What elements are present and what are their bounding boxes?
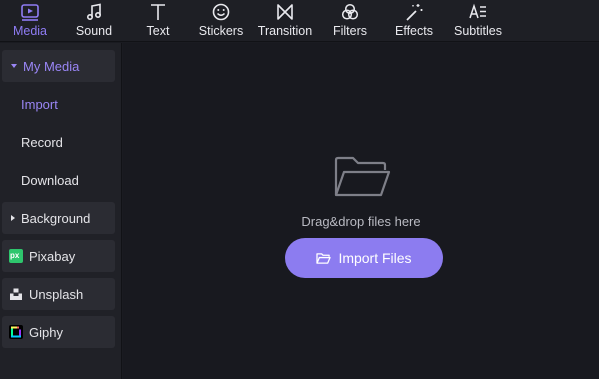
sidebar-item-giphy[interactable]: Giphy <box>2 316 115 348</box>
import-files-button[interactable]: Import Files <box>285 238 443 278</box>
sidebar-item-label: Background <box>21 210 91 226</box>
media-icon <box>21 4 39 21</box>
unsplash-logo-icon <box>9 287 23 301</box>
tab-text-label: Text <box>146 24 170 38</box>
sidebar-item-label: Pixabay <box>29 248 76 264</box>
tab-transition[interactable]: Transition <box>254 0 316 42</box>
sidebar-item-label: Unsplash <box>29 286 84 302</box>
tab-stickers-label: Stickers <box>198 24 244 38</box>
filter-circles-icon <box>341 3 359 20</box>
pixabay-logo-text: px <box>10 251 20 260</box>
sidebar-item-download[interactable]: Download <box>2 164 115 196</box>
sidebar-item-import[interactable]: Import <box>2 88 115 120</box>
tab-text[interactable]: Text <box>136 0 180 42</box>
smiley-icon <box>212 3 230 21</box>
tab-filters-label: Filters <box>332 24 368 38</box>
tab-stickers[interactable]: Stickers <box>196 0 246 42</box>
music-note-icon <box>86 3 102 21</box>
folder-icon <box>334 156 391 197</box>
media-drop-area[interactable]: Drag&drop files here Import Files <box>123 43 599 379</box>
tab-effects[interactable]: Effects <box>390 0 438 42</box>
folder-open-icon <box>316 252 332 264</box>
drop-hint-text: Drag&drop files here <box>301 214 421 229</box>
chevron-down-icon <box>11 64 17 68</box>
tab-sound-label: Sound <box>75 24 113 38</box>
giphy-logo-icon <box>9 325 23 339</box>
magic-wand-icon <box>406 4 423 21</box>
bowtie-transition-icon <box>277 4 293 20</box>
import-files-label: Import Files <box>338 250 412 266</box>
top-toolbar: Media Sound Text Stickers Transition Fil… <box>0 0 599 42</box>
chevron-right-icon <box>11 215 15 221</box>
sidebar-item-my-media[interactable]: My Media <box>2 50 115 82</box>
tab-effects-label: Effects <box>395 24 433 38</box>
tab-transition-label: Transition <box>257 24 313 38</box>
subtitles-icon <box>469 3 486 19</box>
pixabay-logo-icon: px <box>9 249 23 263</box>
sidebar-item-label: Download <box>21 172 79 188</box>
sidebar-item-pixabay[interactable]: px Pixabay <box>2 240 115 272</box>
tab-sound[interactable]: Sound <box>70 0 118 42</box>
sidebar-item-background[interactable]: Background <box>2 202 115 234</box>
sidebar-item-label: Record <box>21 134 63 150</box>
tab-subtitles[interactable]: Subtitles <box>450 0 506 42</box>
sidebar-item-unsplash[interactable]: Unsplash <box>2 278 115 310</box>
text-icon <box>151 4 165 20</box>
sidebar-item-label: Giphy <box>29 324 63 340</box>
sidebar: My Media Import Record Download Backgrou… <box>0 43 122 379</box>
sidebar-item-label: Import <box>21 96 58 112</box>
tab-media[interactable]: Media <box>6 0 54 42</box>
tab-media-label: Media <box>12 24 48 38</box>
sidebar-item-record[interactable]: Record <box>2 126 115 158</box>
tab-subtitles-label: Subtitles <box>454 24 502 38</box>
sidebar-item-label: My Media <box>23 58 80 74</box>
tab-filters[interactable]: Filters <box>326 0 374 42</box>
